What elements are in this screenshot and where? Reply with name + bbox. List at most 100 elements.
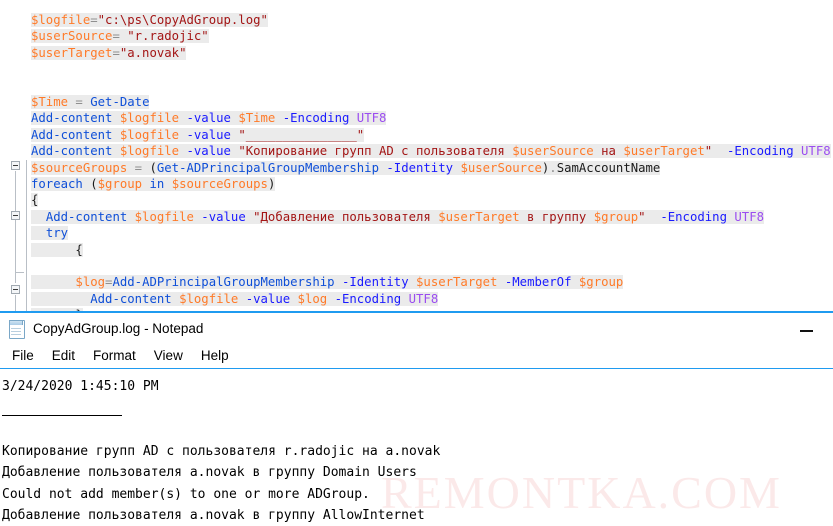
code-token: = (127, 160, 150, 175)
code-line: Add-content $logfile -value "___________… (31, 127, 365, 143)
notepad-document-icon (8, 319, 25, 339)
log-text-line: Копирование групп AD с пользователя r.ra… (2, 443, 441, 459)
code-token: $log (297, 291, 328, 306)
code-line: $Time = Get-Date (31, 94, 150, 110)
code-token: в группу (519, 209, 594, 224)
code-token (31, 291, 91, 306)
notepad-menu-bar[interactable]: File Edit Format View Help (0, 343, 833, 369)
code-token (238, 291, 246, 306)
code-token: $userSource (460, 160, 542, 175)
code-token: ( (149, 160, 157, 175)
code-token: $sourceGroups (31, 160, 128, 175)
code-token: SamAccountName (556, 160, 661, 175)
code-token: = (90, 13, 98, 27)
code-token: in (142, 177, 172, 191)
code-token: $userTarget (416, 275, 498, 290)
code-token (275, 111, 283, 126)
code-token: -Encoding (726, 144, 794, 159)
code-token: -MemberOf (504, 275, 572, 290)
code-token: $group (578, 275, 624, 290)
code-token: Add-ADPrincipalGroupMembership (112, 275, 335, 290)
code-line: Add-content $logfile -value "Копирование… (31, 143, 831, 159)
code-token: $userSource (512, 144, 594, 159)
powershell-ise-script-pane[interactable]: $logfile="c:\ps\CopyAdGroup.log" $userSou… (0, 0, 833, 311)
log-text-line: Добавление пользователя a.novak в группу… (2, 465, 417, 480)
code-token: $sourceGroups (171, 177, 268, 191)
code-line: $userTarget="a.novak" (31, 45, 187, 61)
log-separator-line (2, 415, 833, 441)
menu-item-edit[interactable]: Edit (43, 346, 84, 365)
code-token: = (112, 29, 120, 44)
code-token (408, 275, 417, 290)
code-token: $logfile (134, 209, 194, 224)
code-token: Add-content (31, 144, 113, 159)
code-token: "Копирование групп AD с пользователя (238, 144, 513, 159)
code-token (245, 209, 254, 224)
code-token: -Encoding (334, 291, 402, 306)
editor-code-text[interactable]: $logfile="c:\ps\CopyAdGroup.log" $userSou… (0, 0, 833, 311)
code-token: -value (201, 209, 246, 224)
code-token: $Time (238, 111, 276, 126)
code-token: $log (75, 275, 106, 290)
code-token (31, 209, 46, 224)
notepad-text-area[interactable]: 3/24/2020 1:45:10 PM Копирование групп AD… (0, 369, 833, 526)
code-token: " (638, 209, 646, 224)
code-token: UTF8 (356, 111, 387, 126)
code-token (645, 209, 661, 224)
code-token (349, 111, 357, 126)
code-token: "a.novak" (119, 45, 187, 60)
code-token: { (75, 242, 83, 257)
code-token (171, 291, 180, 306)
code-token: -value (245, 291, 291, 306)
code-token: $userTarget (623, 144, 705, 159)
code-line: foreach ($group in $sourceGroups) (31, 176, 276, 192)
code-token: UTF8 (801, 144, 831, 159)
code-token: -Identity (386, 160, 454, 175)
code-token (290, 291, 298, 306)
code-token: = (112, 45, 120, 60)
menu-item-file[interactable]: File (3, 346, 43, 365)
code-token (112, 144, 120, 159)
code-token: "r.radojic" (127, 29, 209, 44)
code-line: $userSource= "r.radojic" (31, 28, 209, 44)
log-text-line: Could not add member(s) to one or more A… (2, 486, 370, 502)
code-token (31, 275, 76, 290)
minimize-button[interactable] (795, 322, 819, 336)
code-token: foreach (31, 177, 83, 191)
code-token: ) (267, 177, 276, 191)
code-token: $userSource (31, 29, 113, 44)
code-line: { (31, 242, 83, 258)
code-token: $logfile (31, 13, 91, 27)
code-line: try (31, 225, 69, 241)
code-line: Add-content $logfile -value $log -Encodi… (31, 291, 439, 307)
code-line: $sourceGroups = (Get-ADPrincipalGroupMem… (31, 160, 661, 176)
menu-item-help[interactable]: Help (192, 346, 238, 365)
code-token: -value (186, 127, 231, 142)
code-token: Get-Date (90, 95, 150, 109)
code-token: $Time (31, 95, 69, 109)
code-token: -value (186, 111, 231, 126)
log-text-line: Добавление пользователя a.novak в группу… (2, 508, 425, 523)
code-token: $logfile (119, 111, 180, 126)
code-token: Add-content (90, 291, 172, 306)
code-token (497, 275, 505, 290)
code-token: $logfile (119, 144, 180, 159)
code-token: ( (82, 177, 98, 191)
code-token: -Encoding (282, 111, 350, 126)
menu-item-view[interactable]: View (145, 346, 192, 365)
code-line: $log=Add-ADPrincipalGroupMembership -Ide… (31, 274, 624, 290)
code-token: $logfile (119, 127, 180, 142)
menu-item-format[interactable]: Format (84, 346, 145, 365)
code-line: $logfile="c:\ps\CopyAdGroup.log" (31, 12, 268, 28)
log-text-line: 3/24/2020 1:45:10 PM (2, 379, 159, 394)
code-token (127, 209, 135, 224)
code-token (112, 111, 120, 126)
code-token: = (68, 95, 91, 109)
code-token: $group (593, 209, 639, 224)
notepad-title-bar[interactable]: CopyAdGroup.log - Notepad (0, 313, 833, 343)
code-token: Add-content (45, 209, 128, 224)
code-token: Get-ADPrincipalGroupMembership (156, 160, 379, 175)
code-token: $userTarget (438, 209, 520, 224)
notepad-window[interactable]: CopyAdGroup.log - Notepad File Edit Format… (0, 311, 833, 525)
code-line: Add-content $logfile -value $Time -Encod… (31, 110, 387, 126)
